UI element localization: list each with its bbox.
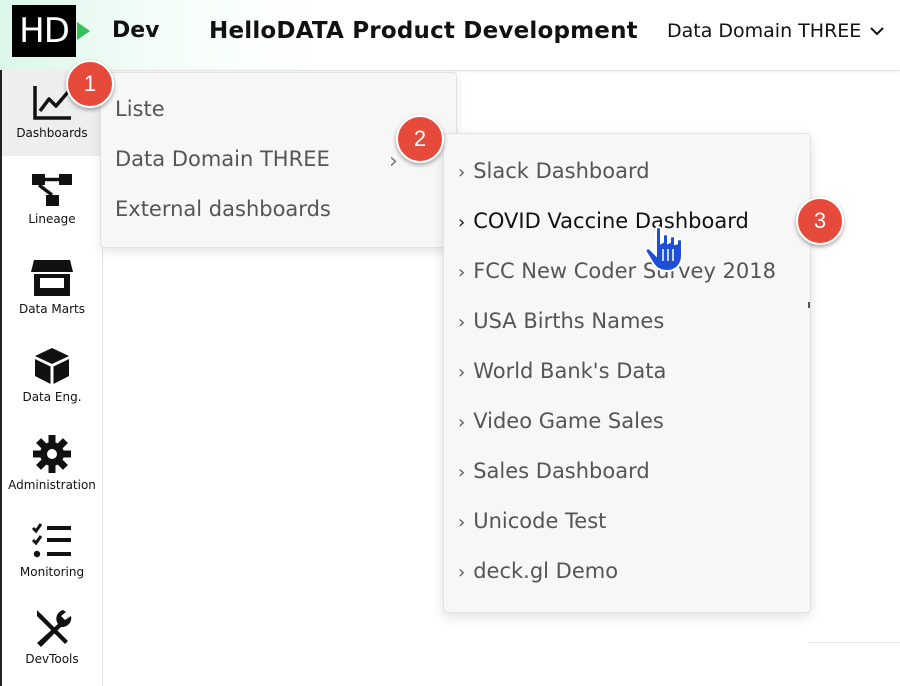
data-domain-selector-label: Data Domain THREE [667,20,862,42]
menu-item-liste[interactable]: Liste [115,97,165,121]
submenu-item-covid-vaccine-dashboard[interactable]: › COVID Vaccine Dashboard [458,209,749,233]
chevron-right-icon: › [458,162,466,183]
chevron-down-icon [870,27,884,36]
submenu-item-label: Sales Dashboard [473,459,650,483]
gear-icon [33,435,71,473]
submenu-item-label: USA Births Names [473,309,665,333]
chevron-right-icon: › [458,212,466,233]
chevron-right-icon: › [458,412,466,433]
submenu-item-label: Unicode Test [473,509,607,533]
sidebar-item-label: DevTools [25,652,79,666]
submenu-item-slack-dashboard[interactable]: › Slack Dashboard [458,159,650,183]
top-header: HD Dev HelloDATA Product Development Dat… [0,0,900,71]
submenu-item-world-banks-data[interactable]: › World Bank's Data [458,359,666,383]
submenu-item-usa-births-names[interactable]: › USA Births Names [458,309,664,333]
submenu-item-label: FCC New Coder Survey 2018 [473,259,777,283]
divider [808,642,900,643]
checklist-icon [31,523,71,558]
submenu-item-deckgl-demo[interactable]: › deck.gl Demo [458,559,618,583]
lineage-icon [32,174,72,206]
sidebar-item-monitoring[interactable]: Monitoring [2,521,102,579]
callout-badge-3: 3 [796,197,844,245]
store-icon [31,260,73,296]
chevron-right-icon: › [458,312,466,333]
submenu-item-sales-dashboard[interactable]: › Sales Dashboard [458,459,650,483]
chevron-right-icon: › [458,262,466,283]
chevron-right-icon: › [458,512,466,533]
tools-icon [37,610,72,647]
submenu-item-unicode-test[interactable]: › Unicode Test [458,509,606,533]
submenu-item-label: Video Game Sales [473,409,664,433]
chevron-right-icon: › [389,149,398,174]
submenu-item-fcc-new-coder-survey[interactable]: › FCC New Coder Survey 2018 [458,259,776,283]
sidebar-item-label: Data Eng. [22,390,82,404]
submenu-item-label: COVID Vaccine Dashboard [473,209,749,233]
dashboards-menu: Liste Data Domain THREE › External dashb… [100,72,457,248]
sidebar-item-data-marts[interactable]: Data Marts [2,258,102,316]
sidebar-item-label: Dashboards [16,126,88,140]
data-domain-selector[interactable]: Data Domain THREE [667,20,887,42]
callout-badge-1: 1 [66,60,114,108]
chevron-right-icon: › [458,562,466,583]
menu-item-external-dashboards[interactable]: External dashboards [115,197,331,221]
logo[interactable]: HD [12,5,76,57]
sidebar-item-label: Lineage [28,212,76,226]
sidebar-item-label: Administration [8,478,96,492]
hand-cursor-icon [644,226,683,273]
submenu-item-label: World Bank's Data [473,359,667,383]
scroll-marker [808,302,810,308]
cube-icon [35,348,69,384]
sidebar-item-administration[interactable]: Administration [2,434,102,492]
chevron-right-icon: › [458,462,466,483]
sidebar-item-devtools[interactable]: DevTools [2,608,102,666]
logo-arrow-icon [77,22,90,40]
callout-badge-2: 2 [396,115,444,163]
data-domain-submenu: › Slack Dashboard › COVID Vaccine Dashboar… [443,133,811,613]
sidebar-item-lineage[interactable]: Lineage [2,170,102,226]
sidebar-item-label: Monitoring [19,565,85,579]
environment-label: Dev [112,18,160,43]
menu-item-data-domain-three[interactable]: Data Domain THREE [115,147,330,171]
submenu-item-video-game-sales[interactable]: › Video Game Sales [458,409,664,433]
app-title: HelloDATA Product Development [209,18,638,44]
chevron-right-icon: › [458,362,466,383]
submenu-item-label: deck.gl Demo [473,559,619,583]
sidebar-item-label: Data Marts [18,302,86,316]
sidebar: Dashboards Lineage Data Marts Data Eng. [0,70,103,686]
submenu-item-label: Slack Dashboard [473,159,650,183]
sidebar-item-data-eng[interactable]: Data Eng. [2,346,102,404]
